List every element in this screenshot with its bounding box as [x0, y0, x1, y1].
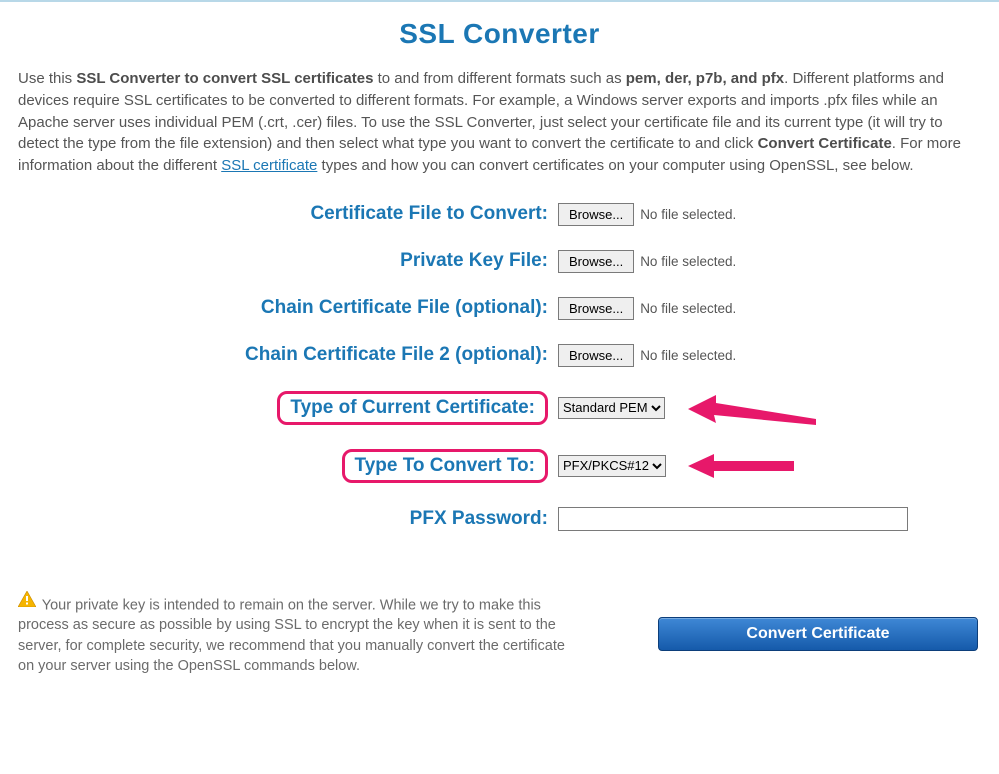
convert-certificate-button[interactable]: Convert Certificate [658, 617, 978, 651]
arrow-annotation-icon [688, 451, 796, 481]
ssl-certificate-link[interactable]: SSL certificate [221, 157, 317, 174]
label-type-convert: Type To Convert To: [18, 449, 558, 483]
warning-note: Your private key is intended to remain o… [18, 591, 578, 676]
intro-seg: types and how you can convert certificat… [317, 157, 913, 174]
intro-bold: Convert Certificate [758, 135, 892, 152]
browse-private-key-button[interactable]: Browse... [558, 250, 634, 273]
intro-seg: Use this [18, 70, 76, 87]
warning-icon [18, 591, 36, 613]
browse-chain-cert-2-button[interactable]: Browse... [558, 344, 634, 367]
label-pfx-password: PFX Password: [18, 508, 558, 530]
label-type-current: Type of Current Certificate: [18, 391, 558, 425]
select-type-convert[interactable]: PFX/PKCS#12 [558, 455, 666, 477]
label-cert-file: Certificate File to Convert: [18, 203, 558, 225]
pfx-password-input[interactable] [558, 507, 908, 531]
select-type-current[interactable]: Standard PEM [558, 397, 665, 419]
chain-cert-1-status: No file selected. [640, 301, 736, 316]
label-chain-cert-2: Chain Certificate File 2 (optional): [18, 344, 558, 366]
warning-text: Your private key is intended to remain o… [18, 597, 565, 674]
highlight-type-convert: Type To Convert To: [342, 449, 549, 483]
chain-cert-2-status: No file selected. [640, 348, 736, 363]
page-title: SSL Converter [18, 18, 981, 50]
intro-text: Use this SSL Converter to convert SSL ce… [18, 68, 981, 177]
browse-cert-file-button[interactable]: Browse... [558, 203, 634, 226]
intro-seg: to and from different formats such as [373, 70, 625, 87]
cert-file-status: No file selected. [640, 207, 736, 222]
label-private-key: Private Key File: [18, 250, 558, 272]
intro-bold: pem, der, p7b, and pfx [626, 70, 784, 87]
browse-chain-cert-1-button[interactable]: Browse... [558, 297, 634, 320]
arrow-annotation-icon [688, 391, 818, 427]
highlight-type-current: Type of Current Certificate: [277, 391, 548, 425]
private-key-status: No file selected. [640, 254, 736, 269]
label-chain-cert-1: Chain Certificate File (optional): [18, 297, 558, 319]
intro-bold: SSL Converter to convert SSL certificate… [76, 70, 373, 87]
